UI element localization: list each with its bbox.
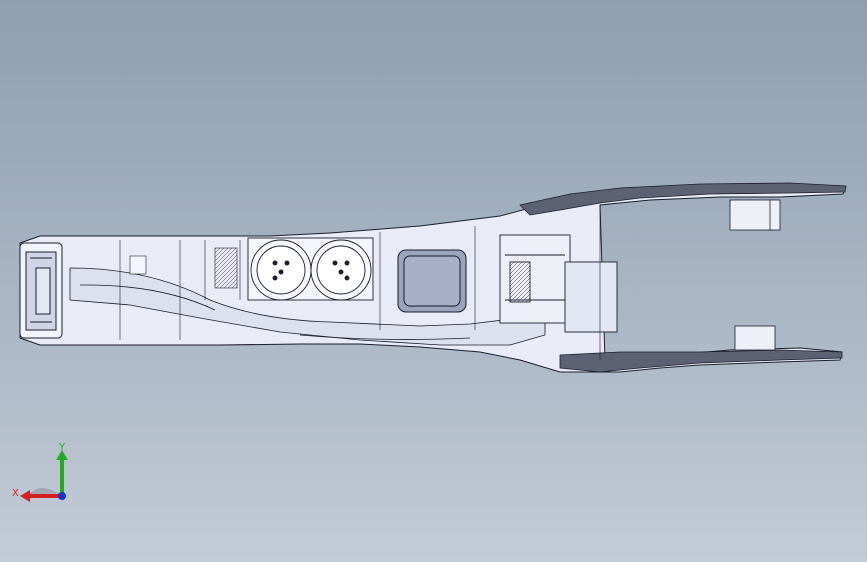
cad-viewport[interactable]: Y X (0, 0, 867, 562)
console-model[interactable] (0, 0, 867, 562)
y-axis-label: Y (58, 442, 66, 453)
cup-holders (247, 237, 374, 301)
x-axis-head (20, 490, 30, 502)
mounting-tabs (729, 199, 781, 351)
z-axis-dot (58, 492, 66, 500)
storage-opening (397, 249, 467, 313)
front-end-cap (19, 242, 63, 339)
axis-triad: Y X (12, 442, 68, 502)
x-axis-label: X (12, 488, 19, 499)
